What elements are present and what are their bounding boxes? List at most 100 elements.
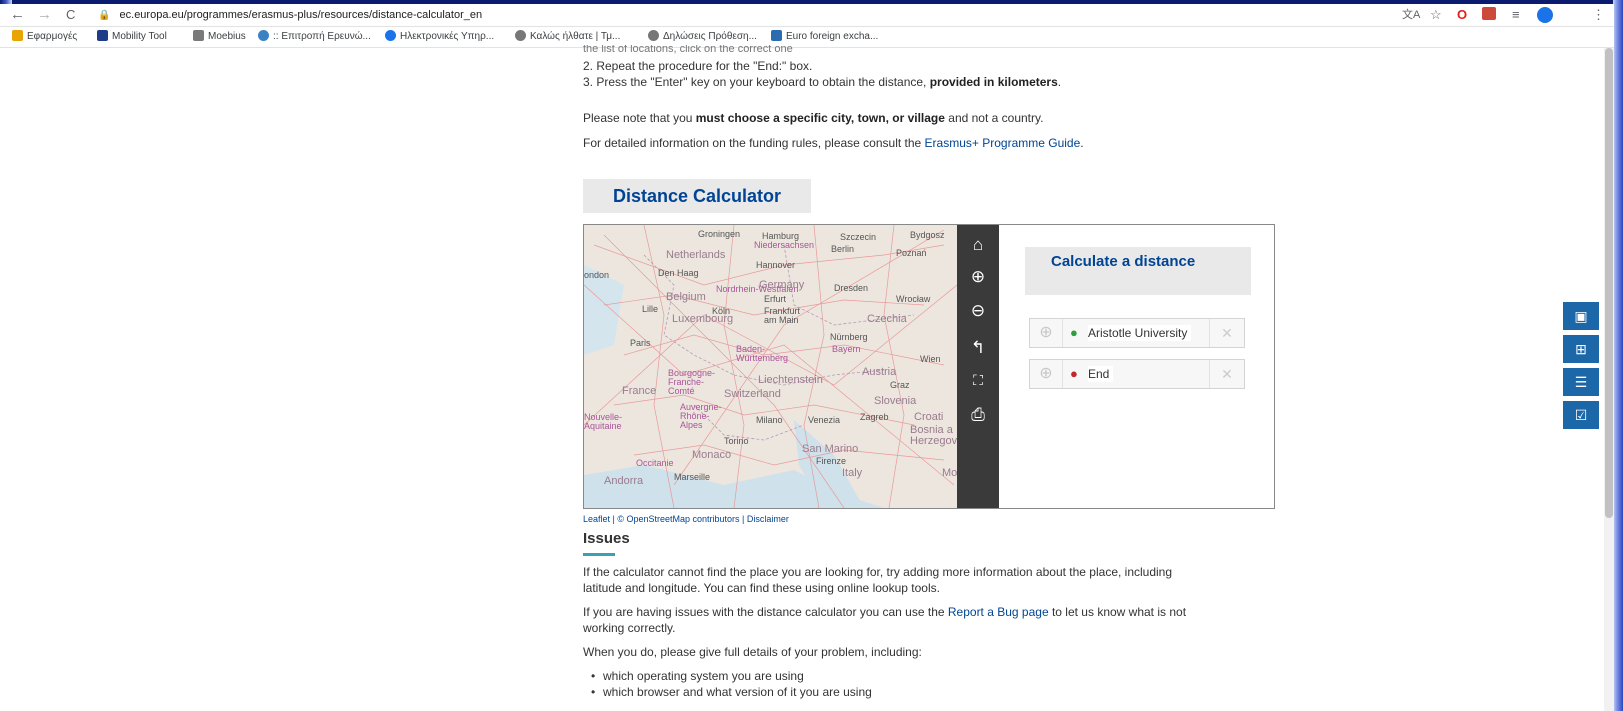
map-label: Slovenia xyxy=(874,395,917,407)
bookmark-electronic-services[interactable]: Ηλεκτρονικές Υπηρ... xyxy=(385,30,494,44)
pdf-extension-icon[interactable] xyxy=(1482,7,1496,20)
outer-frame-right xyxy=(1613,0,1623,711)
menu-dots-icon[interactable]: ⋮ xyxy=(1592,7,1605,23)
eu-flag-icon xyxy=(97,30,108,41)
map-label: Niedersachsen xyxy=(754,240,815,250)
map-label: Dresden xyxy=(834,283,869,293)
opera-extension-icon[interactable]: O xyxy=(1457,7,1467,23)
map-label: Groningen xyxy=(698,229,741,239)
browser-toolbar: ← → C 🔒 ec.europa.eu/programmes/erasmus-… xyxy=(0,4,1614,27)
zoom-out-icon[interactable]: ⊖ xyxy=(957,301,999,321)
step1-tail-text: the list of locations, click on the corr… xyxy=(583,45,793,55)
fullscreen-icon[interactable]: ⛶ xyxy=(957,370,999,390)
map-label: Wrocław xyxy=(896,294,931,304)
map-label: Andorra xyxy=(604,475,644,487)
end-location-field[interactable]: ⊕ ● End ✕ xyxy=(1029,359,1245,389)
start-pin-icon: ● xyxy=(1070,325,1078,340)
map-label: Poznań xyxy=(896,248,927,258)
list-item: which browser and what version of it you… xyxy=(591,684,872,700)
bookmarks-bar: Εφαρμογές Mobility Tool Moebius :: Επιτρ… xyxy=(0,27,1614,48)
report-bug-link[interactable]: Report a Bug page xyxy=(948,605,1049,619)
feedback-check-icon[interactable]: ☑ xyxy=(1563,401,1599,429)
start-location-field[interactable]: ⊕ ● Aristotle University ✕ xyxy=(1029,318,1245,348)
media-control-icon[interactable]: ≡ xyxy=(1512,7,1520,23)
end-pin-icon: ● xyxy=(1070,366,1078,381)
map-label: Bayern xyxy=(832,344,861,354)
distance-calculator-widget: Groningen Hamburg Szczecin Bydgosz Niede… xyxy=(583,224,1275,509)
address-bar[interactable]: 🔒 ec.europa.eu/programmes/erasmus-plus/r… xyxy=(98,6,1398,24)
map-label: Belgium xyxy=(666,291,706,303)
bookmark-page-icon[interactable]: ▣ xyxy=(1563,302,1599,330)
map-label: Croati xyxy=(914,411,944,423)
map-label: Berlin xyxy=(831,244,855,254)
map-attribution[interactable]: Leaflet | © OpenStreetMap contributors |… xyxy=(583,511,789,527)
grid-layout-icon[interactable]: ⊞ xyxy=(1563,335,1599,363)
map-label: Venezia xyxy=(808,415,841,425)
start-location-value[interactable]: Aristotle University xyxy=(1088,325,1192,341)
scroll-thumb[interactable] xyxy=(1605,48,1613,518)
step2-text: 2. Repeat the procedure for the "End:" b… xyxy=(583,59,813,73)
apps-grid-icon xyxy=(12,30,23,41)
map-label: Switzerland xyxy=(724,388,781,400)
route-direction-icon[interactable]: ↰ xyxy=(957,338,999,358)
map-label: Marseille xyxy=(674,472,711,482)
map-label: Milano xyxy=(756,415,783,425)
home-icon[interactable]: ⌂ xyxy=(957,235,999,255)
programme-guide-link[interactable]: Erasmus+ Programme Guide xyxy=(925,136,1081,150)
map-label: Nouvelle-Aquitaine xyxy=(584,412,623,431)
crosshair-icon[interactable]: ⊕ xyxy=(1030,319,1063,347)
heading-accent-bar xyxy=(583,553,615,556)
bookmark-euro-exchange[interactable]: Euro foreign excha... xyxy=(771,30,878,44)
map-label: ondon xyxy=(584,270,610,280)
site-icon xyxy=(515,30,526,41)
map-label: Occitanie xyxy=(636,458,674,468)
map-label: Monaco xyxy=(692,449,732,461)
map-label: Den Haag xyxy=(658,268,699,278)
issues-paragraph-2-line-2: working correctly. xyxy=(583,621,676,635)
issues-heading: Issues xyxy=(583,530,630,547)
back-button[interactable]: ← xyxy=(10,6,25,24)
star-icon[interactable]: ☆ xyxy=(1430,7,1442,23)
page-scrollbar[interactable] xyxy=(1604,48,1614,711)
map-label: Bydgosz xyxy=(910,230,945,240)
profile-avatar[interactable] xyxy=(1537,7,1553,23)
end-location-placeholder[interactable]: End xyxy=(1088,366,1114,382)
url-text: ec.europa.eu/programmes/erasmus-plus/res… xyxy=(119,9,483,21)
bookmark-mobility-tool[interactable]: Mobility Tool xyxy=(97,30,167,44)
distance-calculator-title: Distance Calculator xyxy=(583,179,811,213)
print-icon[interactable]: ⎙ xyxy=(957,405,999,425)
document-icon[interactable]: ☰ xyxy=(1563,368,1599,396)
map-label: Frankfurt am Main xyxy=(764,306,801,325)
issues-paragraph-1-line-2: latitude and longitude. You can find the… xyxy=(583,581,940,595)
map-label: Wien xyxy=(920,354,941,364)
map-label: Lille xyxy=(642,304,659,314)
bookmark-moebius[interactable]: Moebius xyxy=(193,30,246,44)
map-label: Baden-Württemberg xyxy=(736,344,789,363)
funding-text: For detailed information on the funding … xyxy=(583,136,1084,150)
map-label: Luxembourg xyxy=(672,313,734,325)
bookmark-apps[interactable]: Εφαρμογές xyxy=(12,30,77,44)
calculate-panel: Calculate a distance ⊕ ● Aristotle Unive… xyxy=(999,225,1274,508)
clear-start-icon[interactable]: ✕ xyxy=(1209,319,1244,347)
note-text: Please note that you must choose a speci… xyxy=(583,111,1044,125)
bookmark-welcome[interactable]: Καλώς ήλθατε | Τμ... xyxy=(515,30,620,44)
calculate-heading: Calculate a distance xyxy=(1025,247,1251,295)
reload-button[interactable]: C xyxy=(66,6,75,24)
crosshair-icon[interactable]: ⊕ xyxy=(1030,360,1063,388)
translate-icon[interactable]: 文A xyxy=(1402,7,1420,23)
map-label: Czechia xyxy=(867,313,907,325)
issues-paragraph-3: When you do, please give full details of… xyxy=(583,645,922,659)
lock-icon: 🔒 xyxy=(98,10,111,21)
bookmark-research-committee[interactable]: :: Επιτροπή Ερευνώ... xyxy=(258,30,371,44)
zoom-in-icon[interactable]: ⊕ xyxy=(957,267,999,287)
map-label: Erfurt xyxy=(764,294,787,304)
forward-button[interactable]: → xyxy=(37,6,52,24)
map-label: Graz xyxy=(890,380,910,390)
clear-end-icon[interactable]: ✕ xyxy=(1209,360,1244,388)
map-label: Mo xyxy=(942,467,957,479)
globe-icon xyxy=(385,30,396,41)
bookmark-declarations[interactable]: Δηλώσεις Πρόθεση... xyxy=(648,30,757,44)
map-canvas[interactable]: Groningen Hamburg Szczecin Bydgosz Niede… xyxy=(584,225,957,508)
map-label: Bourgogne-Franche-Comté xyxy=(668,368,716,396)
map-label: Paris xyxy=(630,338,651,348)
